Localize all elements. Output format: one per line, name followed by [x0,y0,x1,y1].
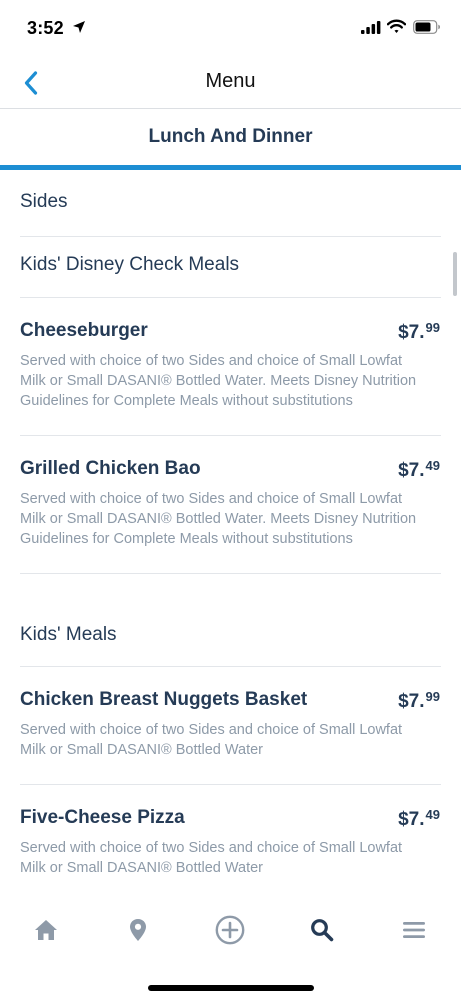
divider [20,435,441,436]
page-title: Menu [205,70,256,92]
tab-search[interactable] [300,908,344,952]
item-price: $7.49 [398,807,440,830]
menu-icon [403,922,425,938]
item-price: $7.99 [398,320,440,343]
tab-more[interactable] [392,908,436,952]
category-kids-disney-check-meals[interactable]: Kids' Disney Check Meals [20,254,239,276]
plus-circle-icon [215,915,245,945]
item-description: Served with choice of two Sides and choi… [20,491,417,547]
map-pin-icon [130,919,146,941]
item-name: Chicken Breast Nuggets Basket [20,689,308,710]
divider [20,784,441,785]
item-description: Served with choice of two Sides and choi… [20,722,403,758]
divider [20,236,441,237]
status-bar: 3:52 [0,0,461,56]
item-name: Five-Cheese Pizza [20,807,185,828]
category-kids-meals[interactable]: Kids' Meals [20,624,117,646]
section-header[interactable]: Lunch And Dinner [0,109,461,167]
tab-home[interactable] [24,908,68,952]
divider [20,297,441,298]
battery-icon [413,20,440,34]
tab-map[interactable] [116,908,160,952]
home-indicator [148,985,314,991]
item-description: Served with choice of two Sides and choi… [20,840,403,876]
item-name: Cheeseburger [20,320,148,341]
wifi-icon [387,19,406,33]
nav-bar: Menu [0,56,461,109]
tab-bar [0,894,461,1000]
divider [20,666,441,667]
item-price: $7.49 [398,458,440,481]
item-price: $7.99 [398,689,440,712]
category-sides[interactable]: Sides [20,191,68,213]
status-time: 3:52 [27,18,64,38]
scrollbar-thumb[interactable] [453,252,457,296]
location-arrow-icon [73,21,85,33]
cellular-signal-icon [361,21,381,34]
home-icon [35,920,57,940]
tab-add[interactable] [208,908,252,952]
section-title: Lunch And Dinner [148,126,313,147]
item-description: Served with choice of two Sides and choi… [20,353,417,409]
menu-list[interactable]: Sides Kids' Disney Check Meals Cheesebur… [0,170,461,894]
divider [20,573,441,574]
item-name: Grilled Chicken Bao [20,458,201,479]
search-icon [311,919,334,942]
